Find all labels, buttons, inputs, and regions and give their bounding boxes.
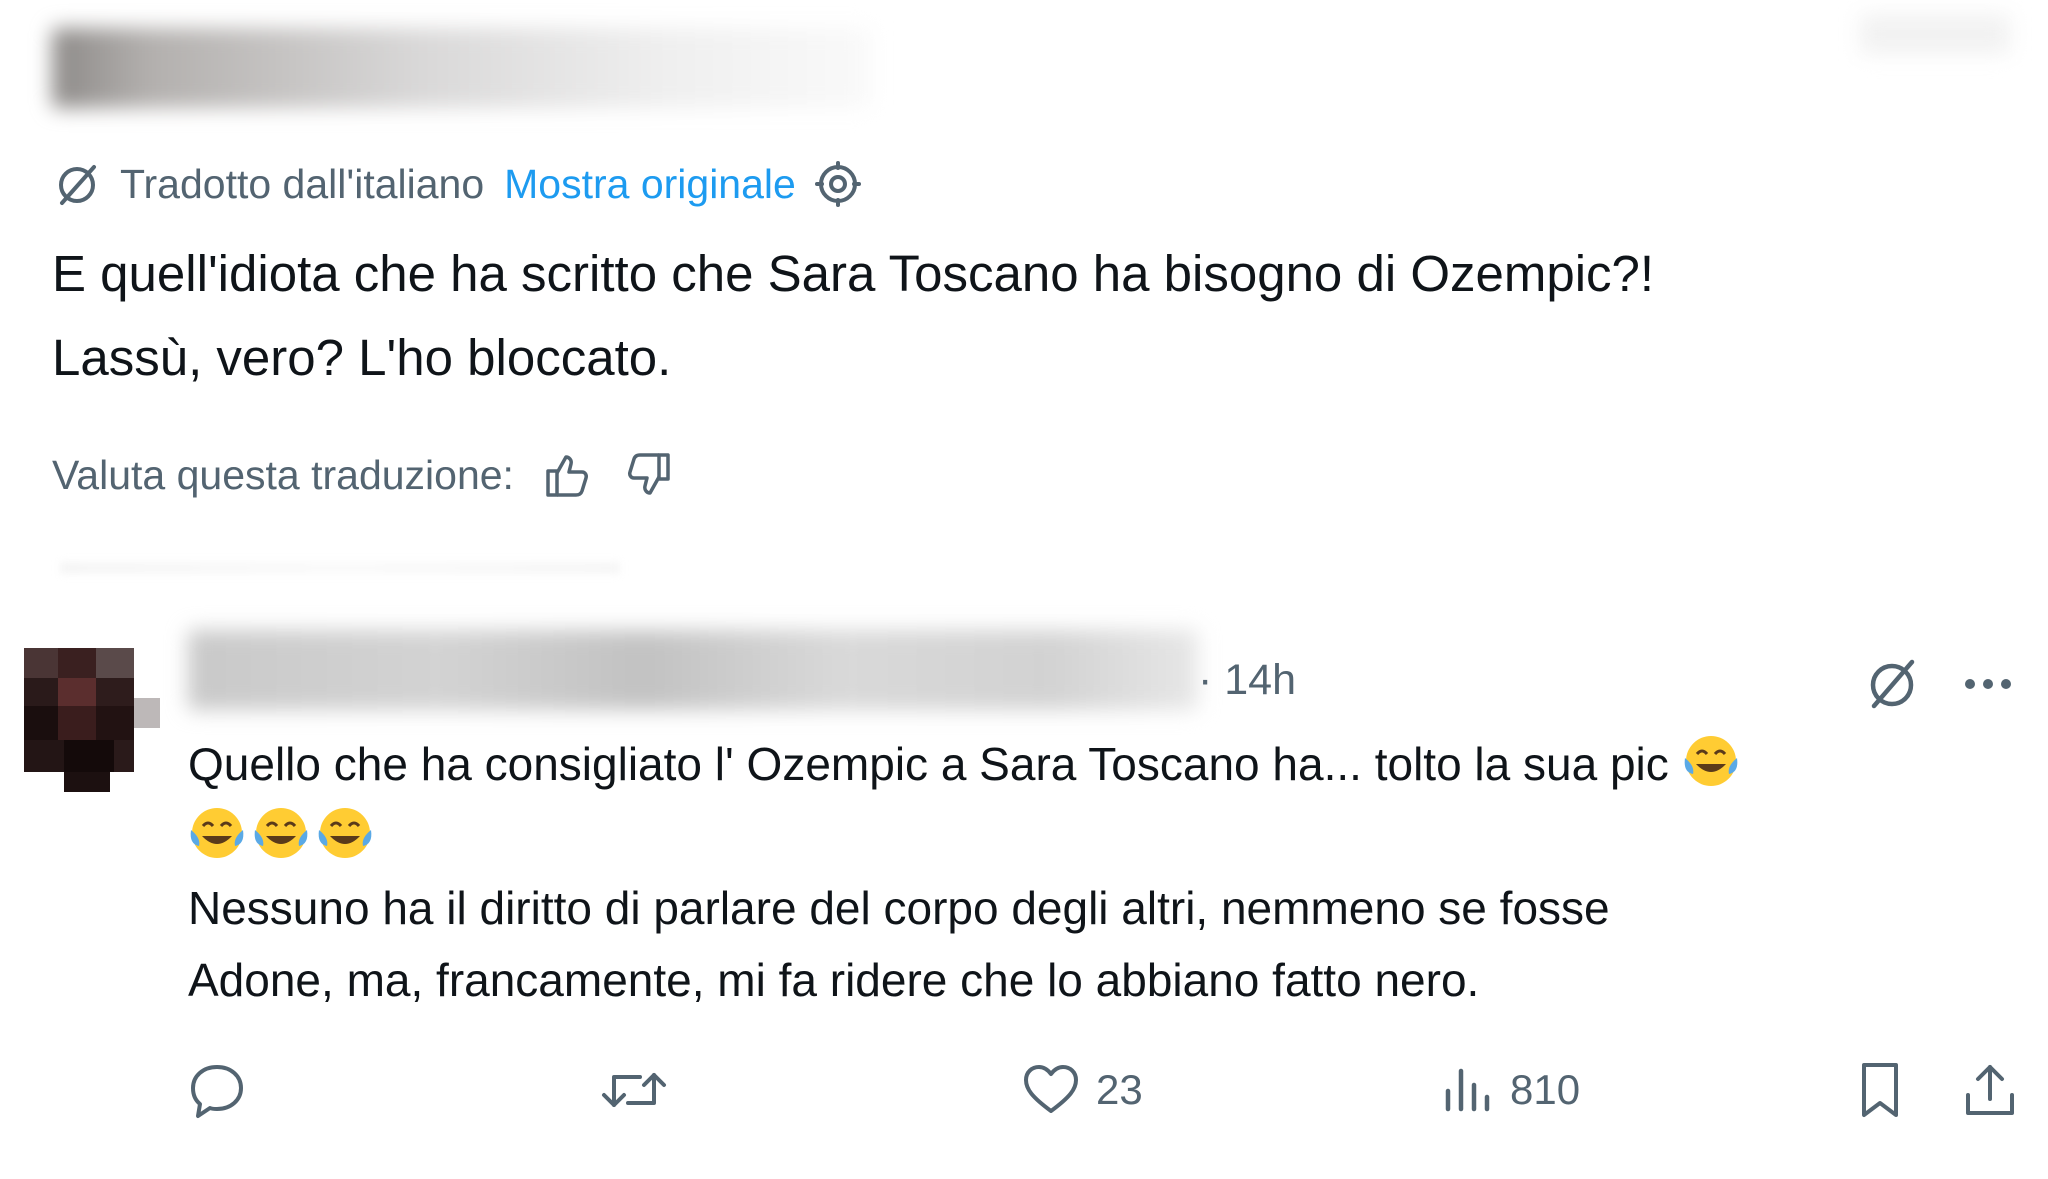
thumbs-up-icon[interactable] xyxy=(542,449,594,501)
blurred-divider xyxy=(60,562,620,574)
like-button[interactable]: 23 xyxy=(1020,1056,1143,1124)
blurred-author-header xyxy=(52,28,872,108)
translated-from-label: Tradotto dall'italiano xyxy=(120,160,485,207)
reply-timestamp[interactable]: · 14h xyxy=(1198,652,1296,708)
reply-button[interactable] xyxy=(186,1056,248,1124)
bookmark-button[interactable] xyxy=(1852,1056,1908,1124)
rate-translation-row: Valuta questa traduzione: xyxy=(52,448,674,502)
heart-icon xyxy=(1020,1059,1082,1121)
blurred-username xyxy=(188,630,1198,710)
tears-of-joy-emoji xyxy=(1682,732,1740,790)
reply-line-4: Adone, ma, francamente, mi fa ridere che… xyxy=(188,954,1480,1006)
share-icon xyxy=(1960,1059,2020,1121)
translate-icon xyxy=(52,159,102,209)
views-count: 810 xyxy=(1510,1066,1581,1113)
reply-icon xyxy=(186,1059,248,1121)
translation-bar: Tradotto dall'italiano Mostra originale xyxy=(52,158,862,210)
views-icon xyxy=(1440,1059,1496,1121)
reply-line-2 xyxy=(188,800,2038,872)
show-original-link[interactable]: Mostra originale xyxy=(504,161,796,208)
reply-line-1: Quello che ha consigliato l' Ozempic a S… xyxy=(188,728,2038,800)
translate-icon[interactable] xyxy=(1862,654,1922,714)
rate-translation-label: Valuta questa traduzione: xyxy=(52,451,514,498)
retweet-button[interactable] xyxy=(598,1056,670,1124)
tears-of-joy-emoji xyxy=(316,804,374,862)
like-count: 23 xyxy=(1096,1066,1143,1113)
views-button[interactable]: 810 xyxy=(1440,1056,1580,1124)
bookmark-icon xyxy=(1852,1059,1908,1121)
reply-line-3: Nessuno ha il diritto di parlare del cor… xyxy=(188,882,1610,934)
tears-of-joy-emoji xyxy=(188,804,246,862)
avatar[interactable] xyxy=(24,648,160,792)
reply-text: Quello che ha consigliato l' Ozempic a S… xyxy=(188,728,2038,1016)
tears-of-joy-emoji xyxy=(252,804,310,862)
share-button[interactable] xyxy=(1960,1056,2020,1124)
post-text: E quell'idiota che ha scritto che Sara T… xyxy=(52,245,1655,386)
retweet-icon xyxy=(598,1059,670,1121)
thumbs-down-icon[interactable] xyxy=(622,449,674,501)
settings-icon[interactable] xyxy=(814,160,862,208)
more-options-icon[interactable] xyxy=(1958,660,2018,708)
reply-line-1-text: Quello che ha consigliato l' Ozempic a S… xyxy=(188,738,1669,790)
blurred-header-right xyxy=(1860,14,2010,54)
